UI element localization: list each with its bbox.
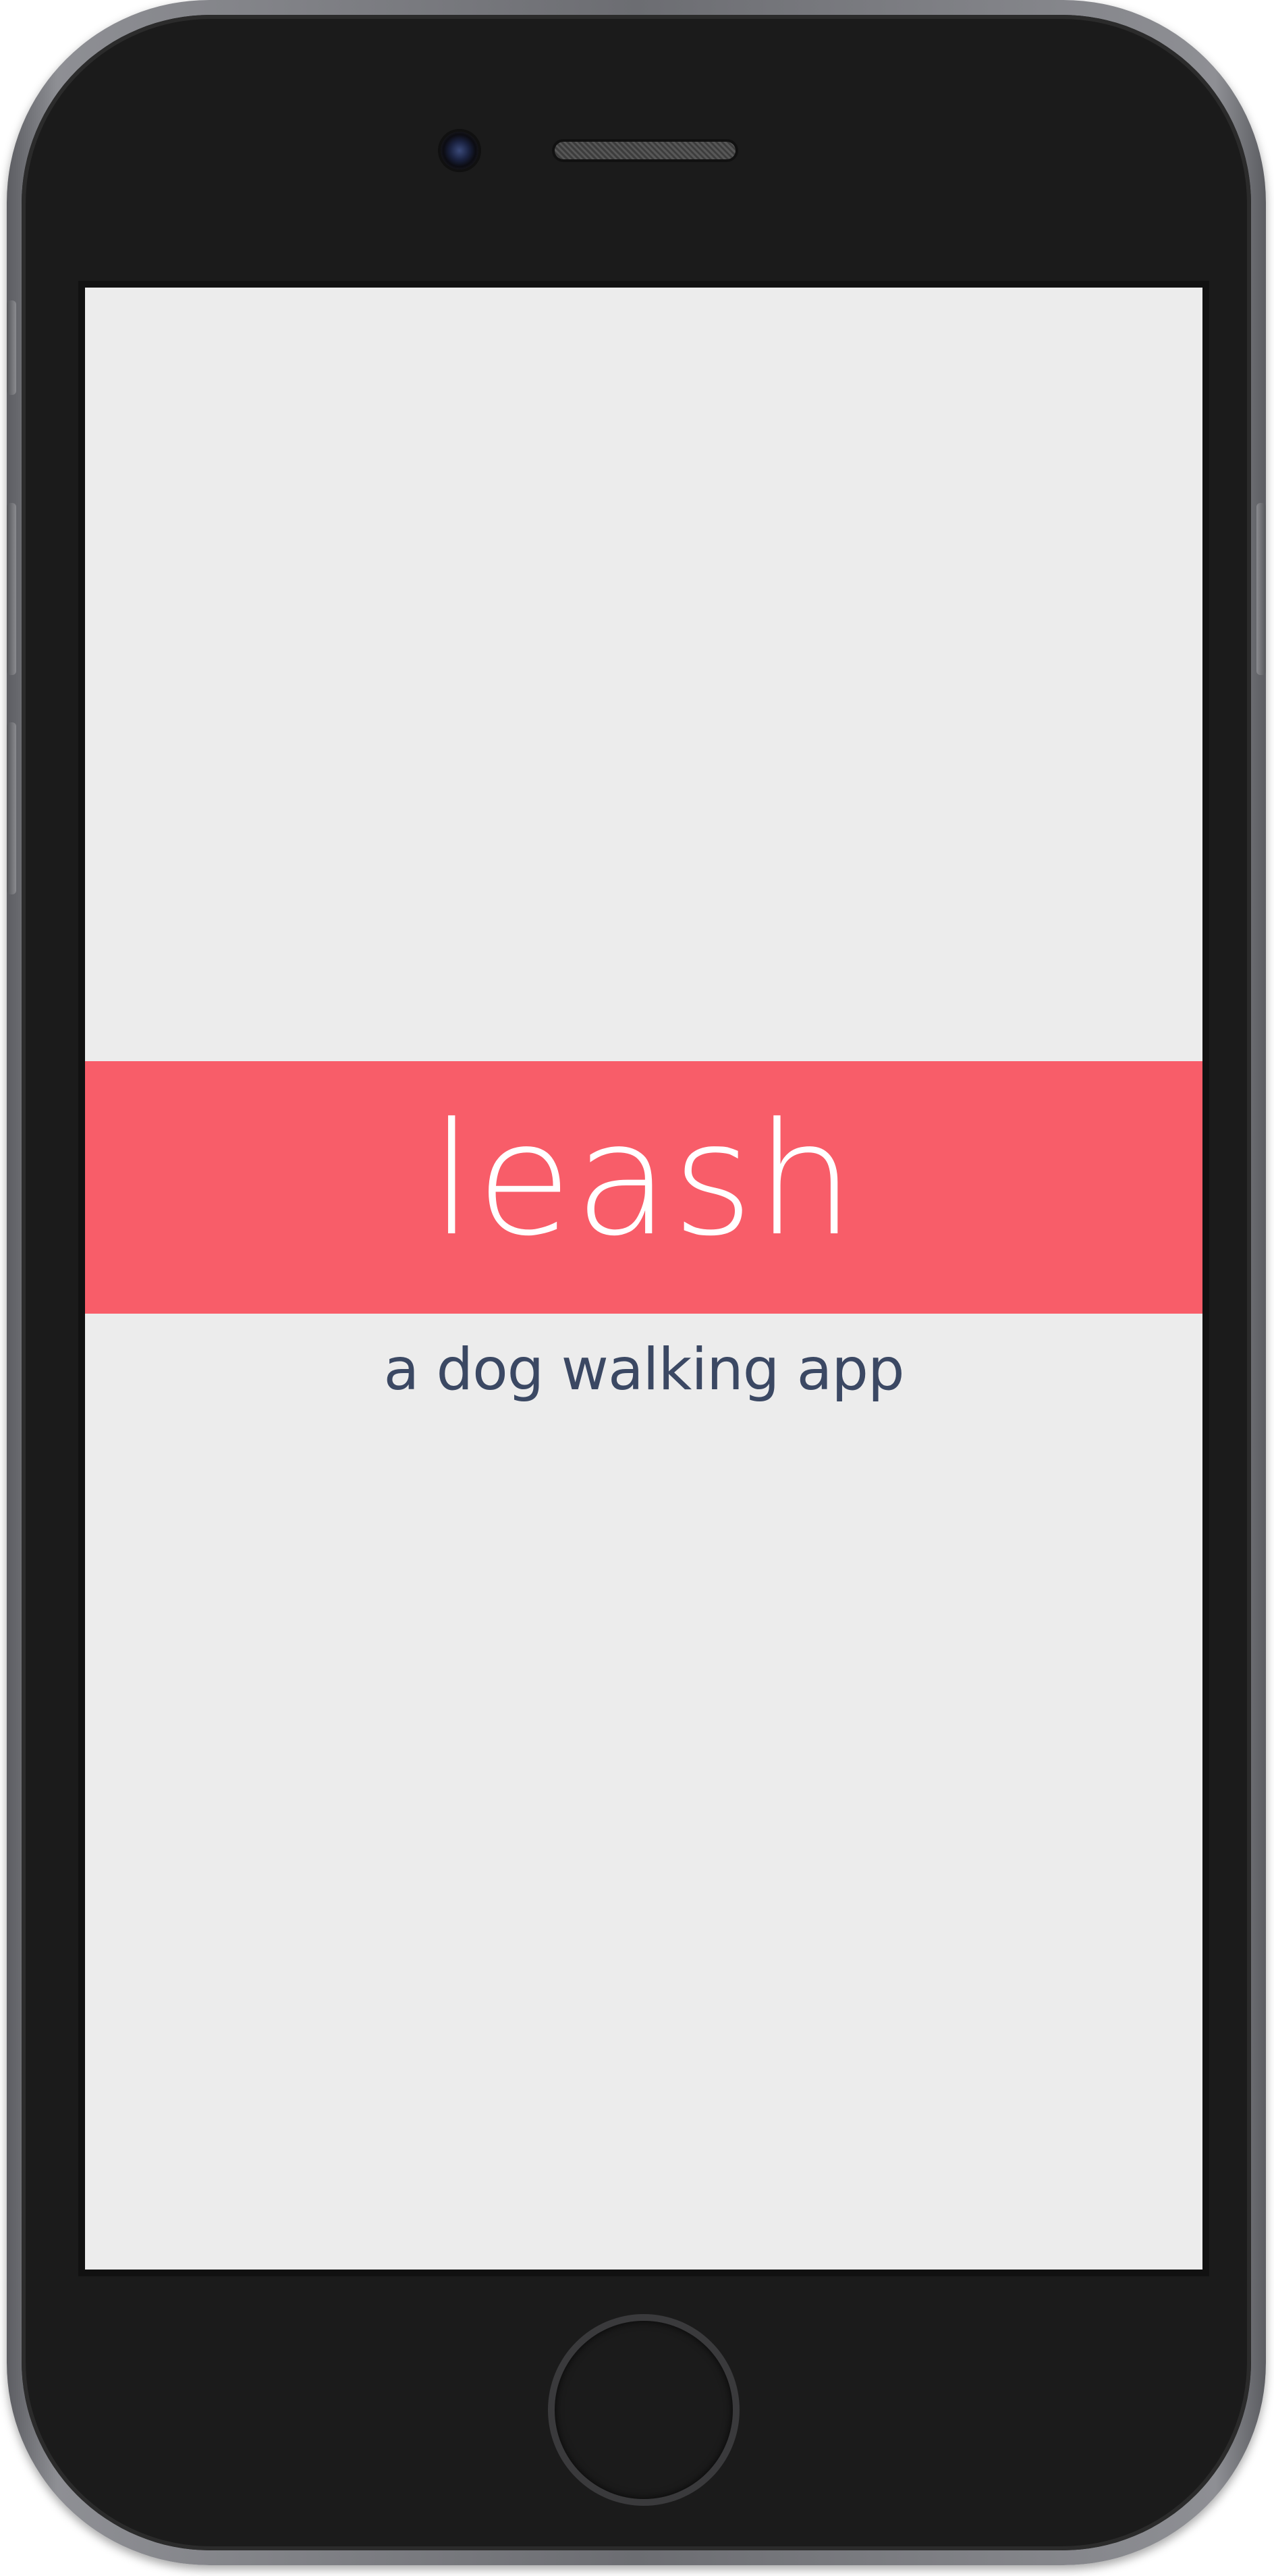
phone-frame: leash a dog walking app (7, 0, 1266, 2565)
brand-banner: leash (85, 1061, 1202, 1314)
mute-switch (7, 300, 16, 395)
app-tagline: a dog walking app (383, 1336, 904, 1403)
front-camera-icon (441, 132, 478, 169)
volume-down-button (7, 722, 16, 894)
home-button-icon[interactable] (555, 2321, 733, 2499)
app-logo: leash (431, 1090, 857, 1270)
app-screen: leash a dog walking app (85, 288, 1202, 2270)
speaker-grille-icon (555, 142, 736, 159)
volume-up-button (7, 503, 16, 675)
power-button (1256, 503, 1266, 675)
